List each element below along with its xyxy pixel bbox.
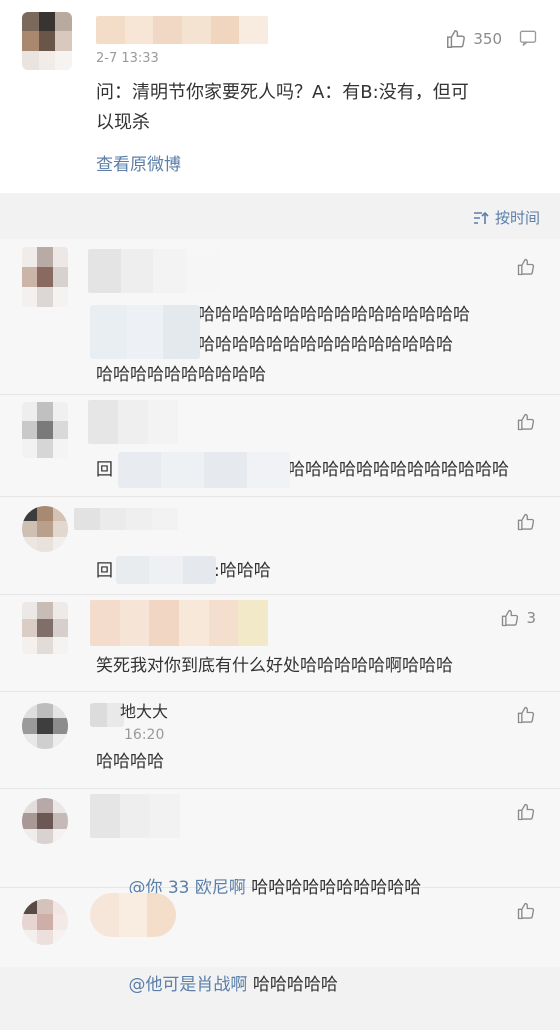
username-blurred [96,16,268,44]
list-item: 回 哈哈哈哈哈哈哈哈哈哈哈哈哈 [0,394,560,497]
avatar[interactable] [22,12,72,70]
redacted-mention [90,305,200,359]
mention-link[interactable]: @他可是肖战啊 [128,975,247,995]
avatar[interactable] [22,899,68,945]
thumbs-up-icon [502,609,519,627]
list-item: 回 :哈哈哈 [0,496,560,595]
comment-text: 哈哈哈哈哈哈哈哈哈哈哈哈哈 [288,460,509,480]
username-blurred [90,703,124,727]
like-button[interactable] [516,802,536,822]
comment-text: 哈哈哈哈 [96,752,164,772]
thumbs-up-icon [517,258,535,276]
thumbs-up-icon [517,803,535,821]
comment-body: 哈哈哈哈哈 [247,975,338,995]
username-blurred [88,400,178,444]
reply-prefix: 回 [96,561,113,581]
username-blurred [88,249,218,293]
username-blurred [90,893,176,937]
sort-icon [473,211,489,224]
comment-text: :哈哈哈 [214,561,271,581]
avatar[interactable] [22,798,68,844]
username-blurred [90,794,180,838]
list-item: @你 33 欧尼啊 哈哈哈哈哈哈哈哈哈哈 [0,788,560,898]
sort-bar: 按时间 [0,193,560,239]
thumbs-up-icon [517,513,535,531]
reply-prefix: 回 [96,460,113,480]
like-button[interactable] [516,705,536,725]
avatar[interactable] [22,602,68,654]
comment-time: 16:20 [124,727,165,743]
list-item: @他可是肖战啊 哈哈哈哈哈 [0,887,560,995]
avatar[interactable] [22,506,68,552]
list-item: 3 笑死我对你到底有什么好处哈哈哈哈哈啊哈哈哈 [0,594,560,692]
like-button[interactable] [516,512,536,532]
avatar[interactable] [22,402,68,458]
redacted-mention [118,452,290,488]
sort-by-time-button[interactable]: 按时间 [472,207,540,228]
like-count: 3 [526,609,536,627]
username-blurred [90,600,268,646]
thumbs-up-icon [517,902,535,920]
comment-text: 笑死我对你到底有什么好处哈哈哈哈哈啊哈哈哈 [96,656,453,676]
avatar[interactable] [22,703,68,749]
list-item: 哈哈哈哈哈哈哈哈哈哈哈哈哈哈哈哈哈哈哈哈哈哈 哈哈哈哈哈哈哈哈哈哈哈哈哈哈哈哈哈… [0,239,560,395]
post-time: 2-7 13:33 [96,51,159,66]
username[interactable]: 地大大 [120,697,168,727]
thumbs-up-icon [447,30,466,48]
like-count: 350 [473,30,502,48]
like-button[interactable] [516,257,536,277]
redacted-mention [116,556,216,584]
username-blurred [74,508,178,530]
comment-icon[interactable] [518,28,538,52]
view-original-link[interactable]: 查看原微博 [96,150,181,180]
avatar[interactable] [22,247,68,307]
thumbs-up-icon [517,706,535,724]
comment-text: 问：清明节你家要死人吗？A：有B:没有，但可 以现杀 [96,82,469,133]
like-button[interactable]: 3 [500,608,536,628]
comment-text-line: 哈哈哈哈哈哈哈哈哈哈 [96,365,266,385]
original-comment-card: 2-7 13:33 350 问：清明节你家要死人吗？A：有B:没有，但可 以现杀… [0,0,560,193]
like-button[interactable] [516,901,536,921]
list-item: 地大大 16:20 哈哈哈哈 [0,691,560,789]
comment-list: 哈哈哈哈哈哈哈哈哈哈哈哈哈哈哈哈哈哈哈哈哈哈 哈哈哈哈哈哈哈哈哈哈哈哈哈哈哈哈哈… [0,239,560,995]
like-button[interactable]: 350 [445,28,502,50]
thumbs-up-icon [517,413,535,431]
comment-text: @他可是肖战啊 哈哈哈哈哈 [96,940,338,1030]
sort-label: 按时间 [494,209,540,227]
like-button[interactable] [516,412,536,432]
